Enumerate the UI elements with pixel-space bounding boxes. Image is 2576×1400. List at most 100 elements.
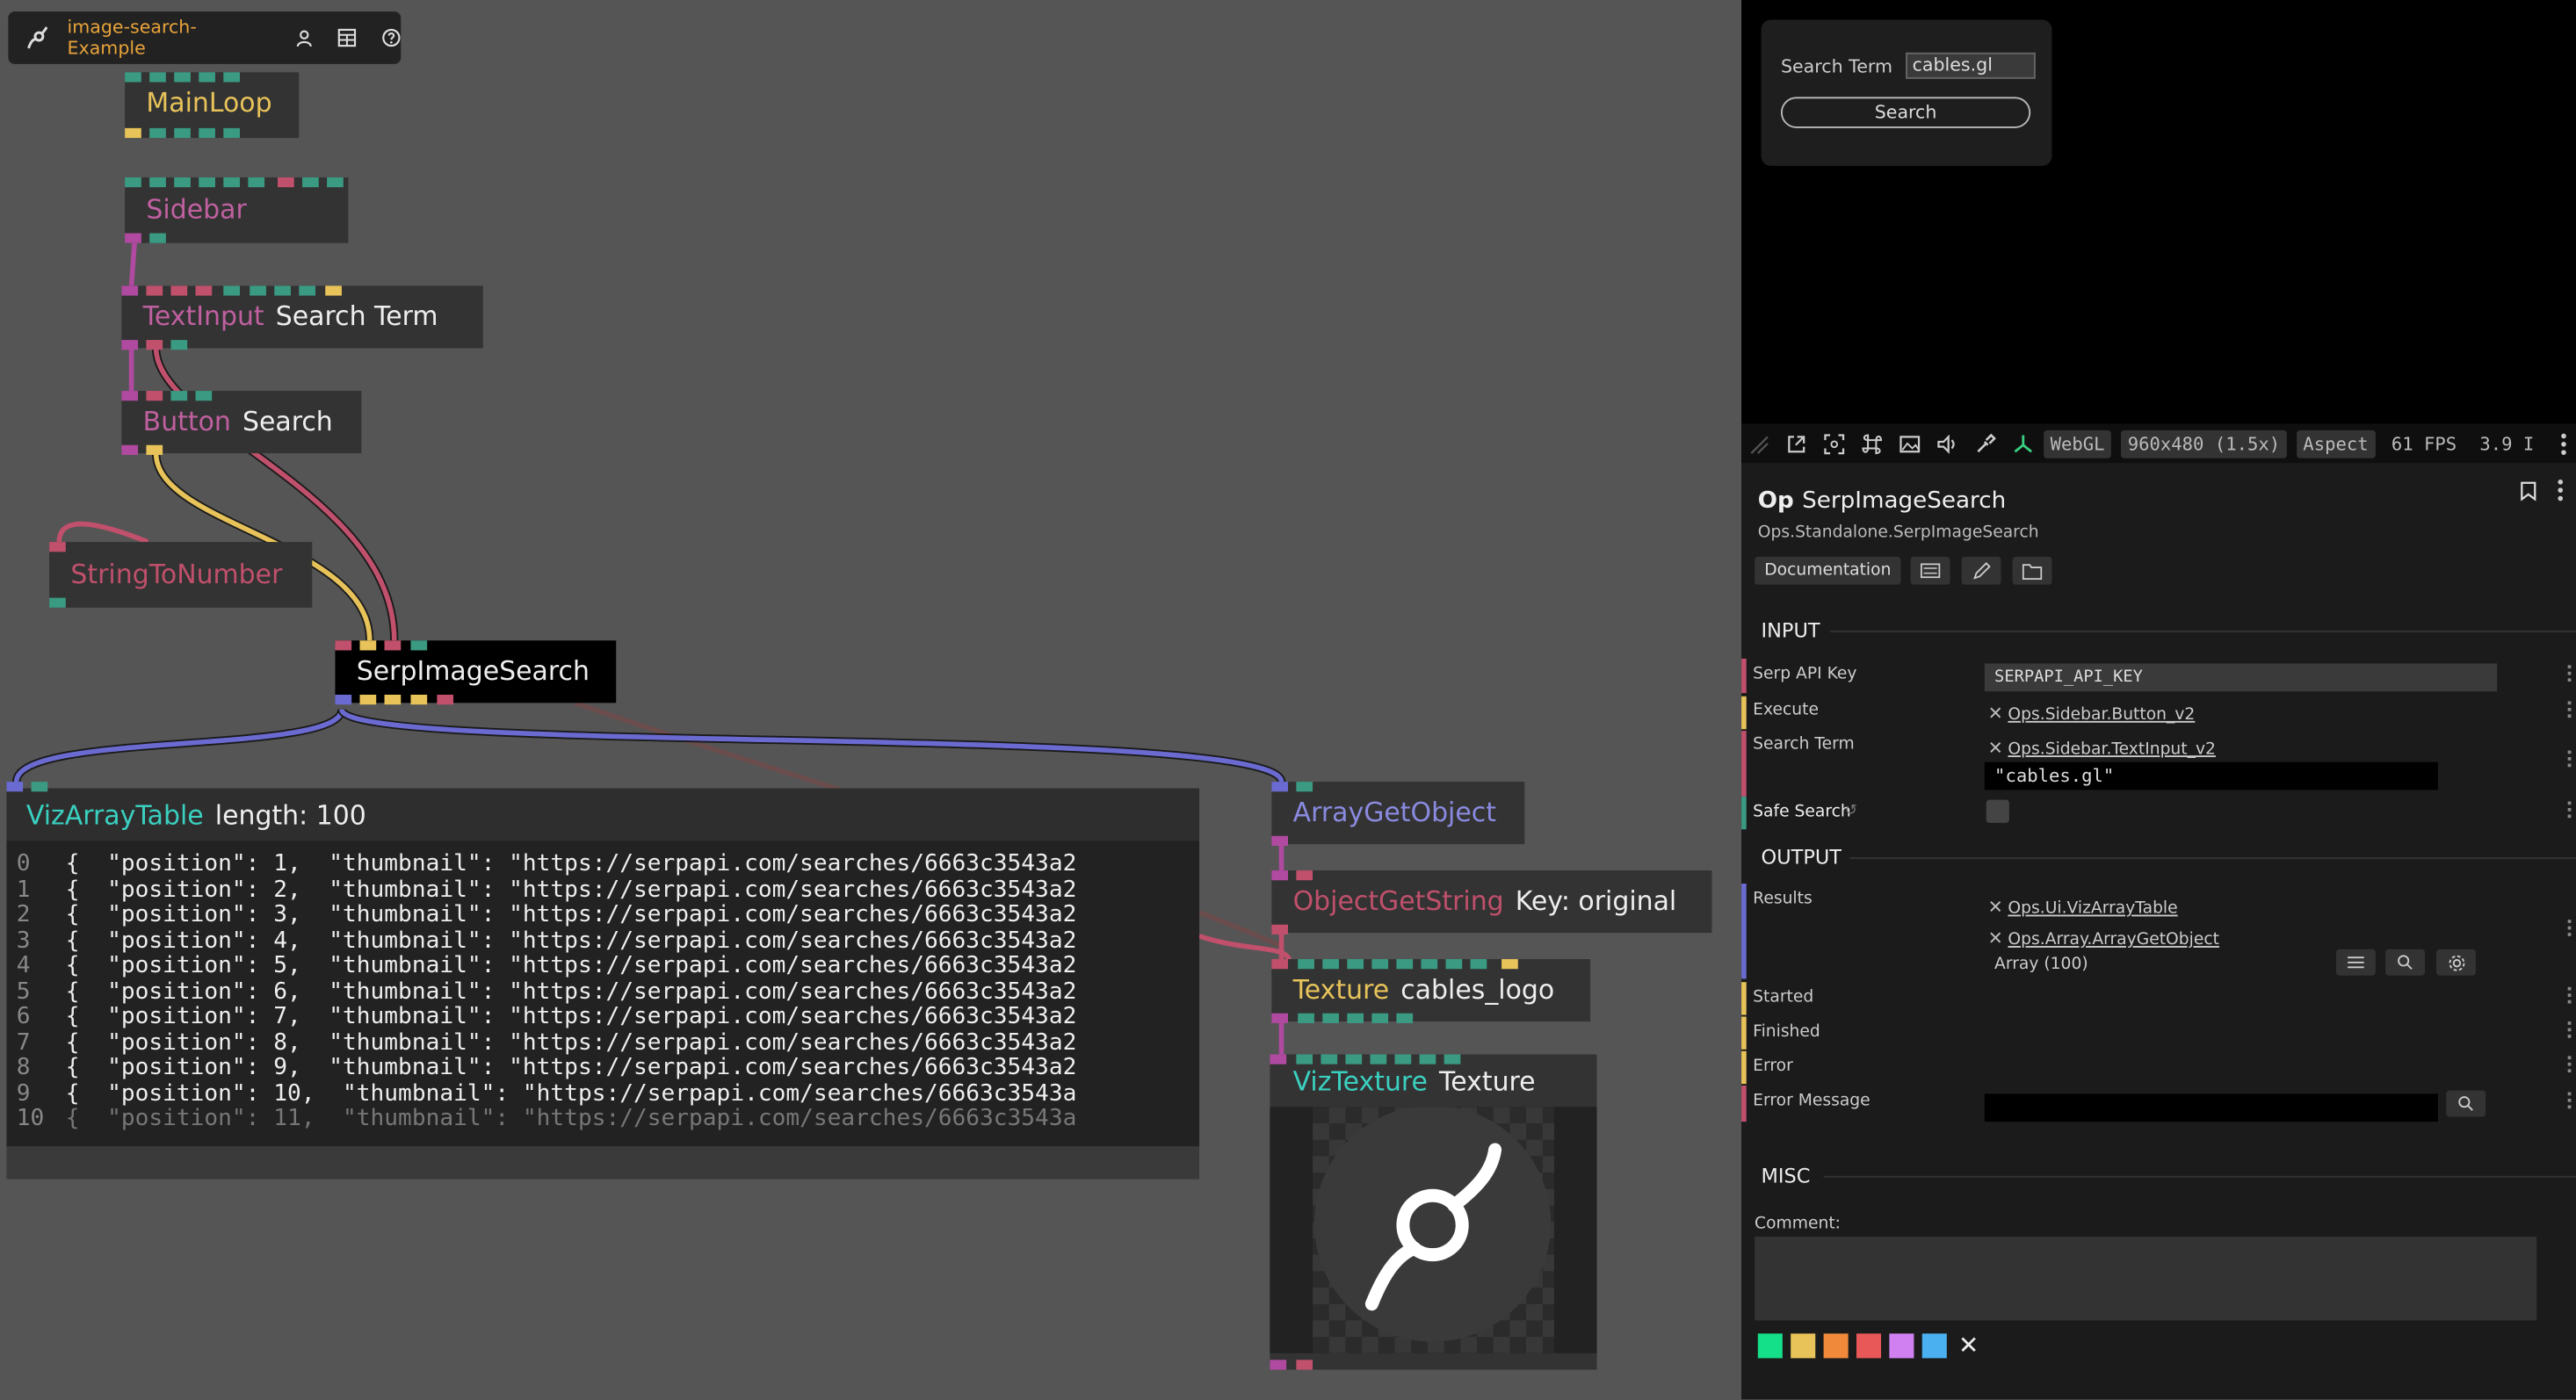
api-key-input[interactable]: SERPAPI_API_KEY — [1984, 663, 2498, 692]
port[interactable] — [359, 694, 377, 705]
op-button[interactable]: Button Search — [121, 391, 362, 455]
port[interactable] — [1296, 782, 1313, 792]
aspect-badge[interactable]: Aspect — [2296, 429, 2376, 458]
swatch-yellow[interactable] — [1791, 1332, 1816, 1358]
port[interactable] — [174, 177, 191, 188]
port[interactable] — [149, 233, 166, 243]
unlink-icon[interactable]: ✕ — [1988, 897, 2003, 918]
param-menu-icon[interactable] — [2567, 920, 2573, 939]
op-sidebar[interactable]: Sidebar — [125, 177, 349, 243]
port[interactable] — [149, 177, 166, 188]
port[interactable] — [149, 72, 166, 83]
port[interactable] — [199, 72, 215, 83]
port[interactable] — [1396, 1013, 1414, 1023]
param-menu-icon[interactable] — [2567, 801, 2573, 821]
folder-icon[interactable] — [2012, 556, 2052, 585]
port[interactable] — [1270, 1054, 1287, 1064]
port[interactable] — [1470, 959, 1487, 970]
port[interactable] — [1347, 1013, 1364, 1023]
results-link-viztable[interactable]: Ops.Ui.VizArrayTable — [2008, 900, 2177, 919]
port[interactable] — [278, 177, 294, 188]
port[interactable] — [223, 285, 241, 296]
param-menu-icon[interactable] — [2567, 665, 2573, 684]
port[interactable] — [1298, 959, 1314, 970]
port[interactable] — [199, 177, 215, 188]
port[interactable] — [335, 640, 352, 651]
port[interactable] — [248, 177, 265, 188]
search-button[interactable]: Search — [1780, 97, 2031, 128]
unlink-icon[interactable]: ✕ — [1988, 927, 2003, 949]
edit-icon[interactable] — [1961, 556, 2001, 585]
port[interactable] — [121, 285, 139, 296]
port[interactable] — [146, 340, 163, 350]
render-canvas[interactable]: Search Term cables.gl Search — [1741, 0, 2576, 424]
param-menu-icon[interactable] — [2567, 1021, 2573, 1041]
port[interactable] — [174, 127, 191, 139]
op-viztexture[interactable]: VizTexture Texture — [1270, 1054, 1597, 1370]
port[interactable] — [410, 640, 428, 651]
command-icon[interactable] — [1862, 433, 1883, 454]
port[interactable] — [1394, 1054, 1412, 1064]
port[interactable] — [1421, 959, 1438, 970]
renderer-badge[interactable]: WebGL — [2044, 429, 2112, 458]
port[interactable] — [125, 177, 141, 188]
port[interactable] — [1296, 870, 1313, 881]
unlink-icon[interactable]: ✕ — [1988, 703, 2003, 724]
port[interactable] — [174, 72, 191, 83]
port[interactable] — [49, 542, 66, 552]
patch-title[interactable]: image-search-Example — [68, 17, 251, 60]
port[interactable] — [121, 444, 139, 455]
port[interactable] — [1347, 959, 1364, 970]
results-link-arraygetobject[interactable]: Ops.Array.ArrayGetObject — [2008, 931, 2219, 949]
color-picker-icon[interactable] — [1975, 432, 1996, 454]
port[interactable] — [31, 782, 48, 792]
port[interactable] — [1271, 959, 1289, 970]
port[interactable] — [1371, 1013, 1389, 1023]
unlink-icon[interactable]: ✕ — [1988, 738, 2003, 759]
port[interactable] — [125, 233, 141, 243]
port[interactable] — [170, 340, 188, 350]
list-view-icon[interactable] — [2335, 949, 2376, 976]
port[interactable] — [1271, 870, 1289, 881]
port[interactable] — [146, 444, 163, 455]
search-term-link[interactable]: Ops.Sidebar.TextInput_v2 — [2008, 740, 2216, 759]
port[interactable] — [199, 127, 215, 139]
port[interactable] — [149, 127, 166, 139]
help-icon[interactable] — [380, 26, 401, 49]
port[interactable] — [327, 177, 344, 188]
port[interactable] — [125, 127, 141, 139]
port[interactable] — [223, 177, 241, 188]
port[interactable] — [1296, 1360, 1313, 1370]
port[interactable] — [223, 72, 241, 83]
patch-editor[interactable]: image-search-Example MainLoop Sidebar Te… — [0, 0, 1742, 1400]
port[interactable] — [1322, 959, 1339, 970]
port[interactable] — [250, 285, 266, 296]
port[interactable] — [223, 127, 241, 139]
swatch-red[interactable] — [1856, 1332, 1882, 1358]
op-objectgetstring[interactable]: ObjectGetString Key: original — [1271, 870, 1712, 935]
port[interactable] — [1370, 1054, 1387, 1064]
toolbar-menu-icon[interactable] — [2561, 429, 2566, 458]
port[interactable] — [170, 285, 188, 296]
port[interactable] — [335, 694, 352, 705]
port[interactable] — [195, 391, 213, 401]
swatch-purple[interactable] — [1889, 1332, 1914, 1358]
port[interactable] — [195, 285, 213, 296]
port[interactable] — [1345, 1054, 1363, 1064]
param-menu-icon[interactable] — [2567, 701, 2573, 720]
op-textinput[interactable]: TextInput Search Term — [121, 285, 483, 350]
port[interactable] — [274, 285, 291, 296]
port[interactable] — [170, 391, 188, 401]
port[interactable] — [1271, 924, 1289, 935]
external-link-icon[interactable] — [1786, 433, 1807, 454]
port[interactable] — [1271, 782, 1289, 792]
port[interactable] — [1396, 959, 1414, 970]
port[interactable] — [410, 694, 428, 705]
swatch-green[interactable] — [1757, 1332, 1783, 1358]
port[interactable] — [1445, 959, 1463, 970]
port[interactable] — [121, 340, 139, 350]
port[interactable] — [302, 177, 319, 188]
param-menu-icon[interactable] — [2567, 986, 2573, 1007]
port[interactable] — [1271, 835, 1289, 846]
port[interactable] — [1321, 1054, 1338, 1064]
